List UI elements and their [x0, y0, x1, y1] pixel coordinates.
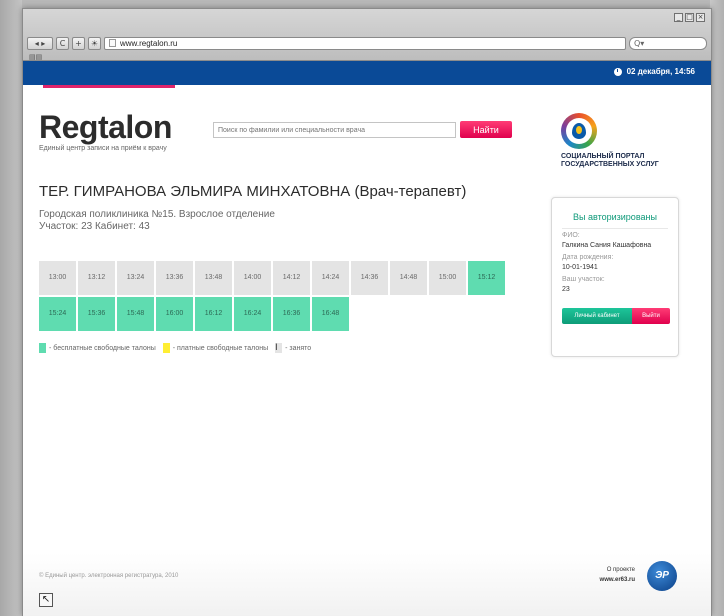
site-topbar: 02 декабря, 14:56 — [23, 61, 711, 88]
page-content: Regtalon Единый центр записи на приём к … — [23, 85, 711, 616]
district-value: 23 — [562, 286, 570, 293]
address-url: www.regtalon.ru — [120, 38, 178, 48]
site-footer: © Единый центр. электронная регистратура… — [23, 553, 711, 616]
time-slot-free[interactable]: 15:48 — [117, 297, 154, 331]
legend-label-free: - бесплатные свободные талоны — [49, 344, 156, 352]
time-slot-free[interactable]: 15:12 — [468, 261, 505, 295]
logo-subtitle: Единый центр записи на приём к врачу — [39, 145, 167, 152]
time-slot-free[interactable]: 16:48 — [312, 297, 349, 331]
time-slot: 13:48 — [195, 261, 232, 295]
time-slot-free[interactable]: 16:36 — [273, 297, 310, 331]
page-icon — [109, 39, 116, 47]
address-bar[interactable]: www.regtalon.ru — [104, 36, 626, 50]
time-slot-free[interactable]: 15:24 — [39, 297, 76, 331]
legend-swatch-paid — [162, 343, 170, 353]
fio-label: ФИО: — [562, 232, 580, 239]
time-slot: 14:36 — [351, 261, 388, 295]
auth-panel: Вы авторизированы ФИО: Галкина Сания Каш… — [551, 197, 679, 357]
auth-title: Вы авторизированы — [573, 212, 657, 222]
dob-value: 10-01-1941 — [562, 264, 598, 271]
text-cursor-icon: I — [275, 343, 278, 353]
back-forward-button[interactable]: ◂ ▸ — [27, 36, 53, 50]
logout-button[interactable]: Выйти — [632, 308, 670, 324]
about-link[interactable]: О проекте — [595, 567, 635, 573]
time-slot: 13:24 — [117, 261, 154, 295]
datetime-text: 02 декабря, 14:56 — [626, 67, 695, 76]
copyright-text: © Единый центр. электронная регистратура… — [39, 573, 179, 579]
datetime: 02 декабря, 14:56 — [613, 67, 695, 76]
time-slots-grid: 13:00 13:12 13:24 13:36 13:48 14:00 14:1… — [39, 261, 505, 331]
reload-button[interactable]: C — [56, 36, 69, 50]
settings-icon[interactable]: ☀ — [88, 36, 101, 50]
window-controls: _ □ × — [674, 13, 705, 22]
legend-label-busy: - занято — [285, 344, 312, 352]
browser-titlebar: _ □ × ◂ ▸ C + ☀ www.regtalon.ru Q▾ ▤▤ — [23, 9, 711, 61]
time-slot: 13:36 — [156, 261, 193, 295]
time-slot: 13:12 — [78, 261, 115, 295]
new-tab-button[interactable]: + — [72, 36, 85, 50]
close-button[interactable]: × — [696, 13, 705, 22]
doctor-name: ТЕР. ГИМРАНОВА ЭЛЬМИРА МИНХАТОВНА (Врач-… — [39, 183, 467, 200]
time-slot: 14:00 — [234, 261, 271, 295]
time-slot-free[interactable]: 16:12 — [195, 297, 232, 331]
portal-title[interactable]: СОЦИАЛЬНЫЙ ПОРТАЛ ГОСУДАРСТВЕННЫХ УСЛУГ — [561, 153, 681, 169]
personal-cabinet-button[interactable]: Личный кабинет — [562, 308, 632, 324]
desktop-background-left — [0, 0, 22, 616]
browser-window: _ □ × ◂ ▸ C + ☀ www.regtalon.ru Q▾ ▤▤ 02… — [22, 8, 712, 616]
clinic-name: Городская поликлиника №15. Взрослое отде… — [39, 209, 275, 220]
site-logo[interactable]: Regtalon — [39, 109, 172, 146]
room-info: Участок: 23 Кабинет: 43 — [39, 221, 150, 232]
legend-label-paid: - платные свободные талоны — [172, 344, 269, 352]
district-label: Ваш участок: — [562, 276, 605, 283]
clock-icon — [613, 67, 622, 76]
time-slot: 15:00 — [429, 261, 466, 295]
time-slot-free[interactable]: 16:24 — [234, 297, 271, 331]
er-logo-icon[interactable]: ЭР — [647, 561, 677, 591]
book-icon[interactable]: ▤▤ — [29, 53, 42, 61]
doctor-search-input[interactable] — [213, 122, 456, 138]
legend-swatch-free — [39, 343, 46, 353]
browser-search-field[interactable]: Q▾ — [629, 36, 707, 50]
time-slot-free[interactable]: 16:00 — [156, 297, 193, 331]
minimize-button[interactable]: _ — [674, 13, 683, 22]
time-slot: 13:00 — [39, 261, 76, 295]
auth-divider — [562, 228, 668, 229]
time-slot: 14:12 — [273, 261, 310, 295]
desktop-background-right — [710, 0, 724, 616]
time-slot: 14:48 — [390, 261, 427, 295]
time-slot-free[interactable]: 15:36 — [78, 297, 115, 331]
maximize-button[interactable]: □ — [685, 13, 694, 22]
portal-logo-icon[interactable] — [561, 113, 597, 149]
dob-label: Дата рождения: — [562, 254, 614, 261]
search-button[interactable]: Найти — [460, 121, 512, 138]
time-slot: 14:24 — [312, 261, 349, 295]
fio-value: Галкина Сания Кашафовна — [562, 242, 652, 249]
about-url-link[interactable]: www.er63.ru — [571, 577, 635, 583]
arrow-up-left-icon[interactable]: ↖ — [39, 593, 53, 607]
browser-navbar: ◂ ▸ C + ☀ www.regtalon.ru Q▾ — [27, 35, 707, 51]
